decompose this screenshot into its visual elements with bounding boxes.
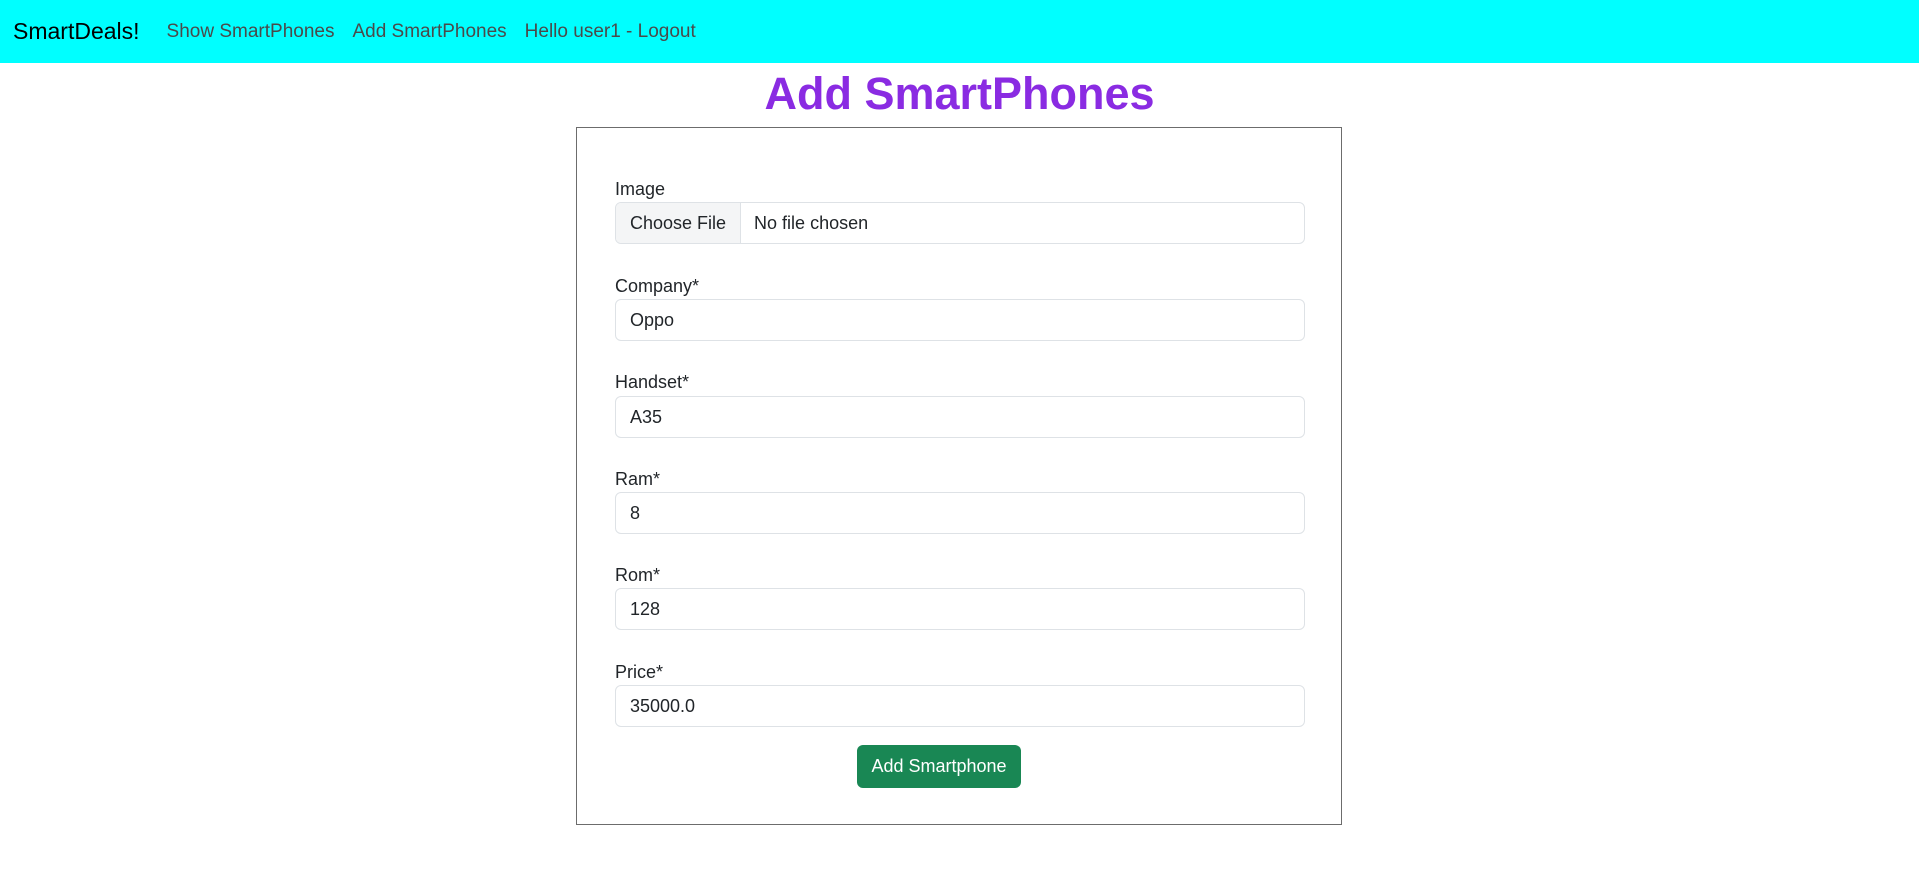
nav-link-logout[interactable]: Hello user1 - Logout	[525, 21, 696, 43]
rom-input[interactable]	[615, 588, 1305, 630]
page-title: Add SmartPhones	[764, 68, 1155, 119]
brand-link[interactable]: SmartDeals!	[13, 18, 140, 45]
nav-link-add-smartphones[interactable]: Add SmartPhones	[352, 21, 506, 43]
nav-link-show-smartphones[interactable]: Show SmartPhones	[167, 21, 335, 43]
company-input[interactable]	[615, 299, 1305, 341]
choose-file-button[interactable]: Choose File	[616, 203, 742, 243]
handset-input[interactable]	[615, 396, 1305, 438]
price-input[interactable]	[615, 685, 1305, 727]
company-label: Company*	[615, 276, 700, 296]
top-navbar: SmartDeals! Show SmartPhones Add SmartPh…	[0, 0, 1919, 63]
ram-label: Ram*	[615, 469, 661, 489]
rom-label: Rom*	[615, 565, 661, 585]
image-label: Image	[615, 179, 666, 199]
file-status-text: No file chosen	[754, 212, 869, 233]
price-label: Price*	[615, 662, 664, 682]
image-file-input[interactable]: Choose File No file chosen	[615, 202, 1305, 244]
ram-input[interactable]	[615, 492, 1305, 534]
handset-label: Handset*	[615, 372, 690, 392]
add-smartphone-button[interactable]: Add Smartphone	[857, 745, 1021, 788]
add-smartphone-form: Image Choose File No file chosen Company…	[576, 127, 1342, 825]
